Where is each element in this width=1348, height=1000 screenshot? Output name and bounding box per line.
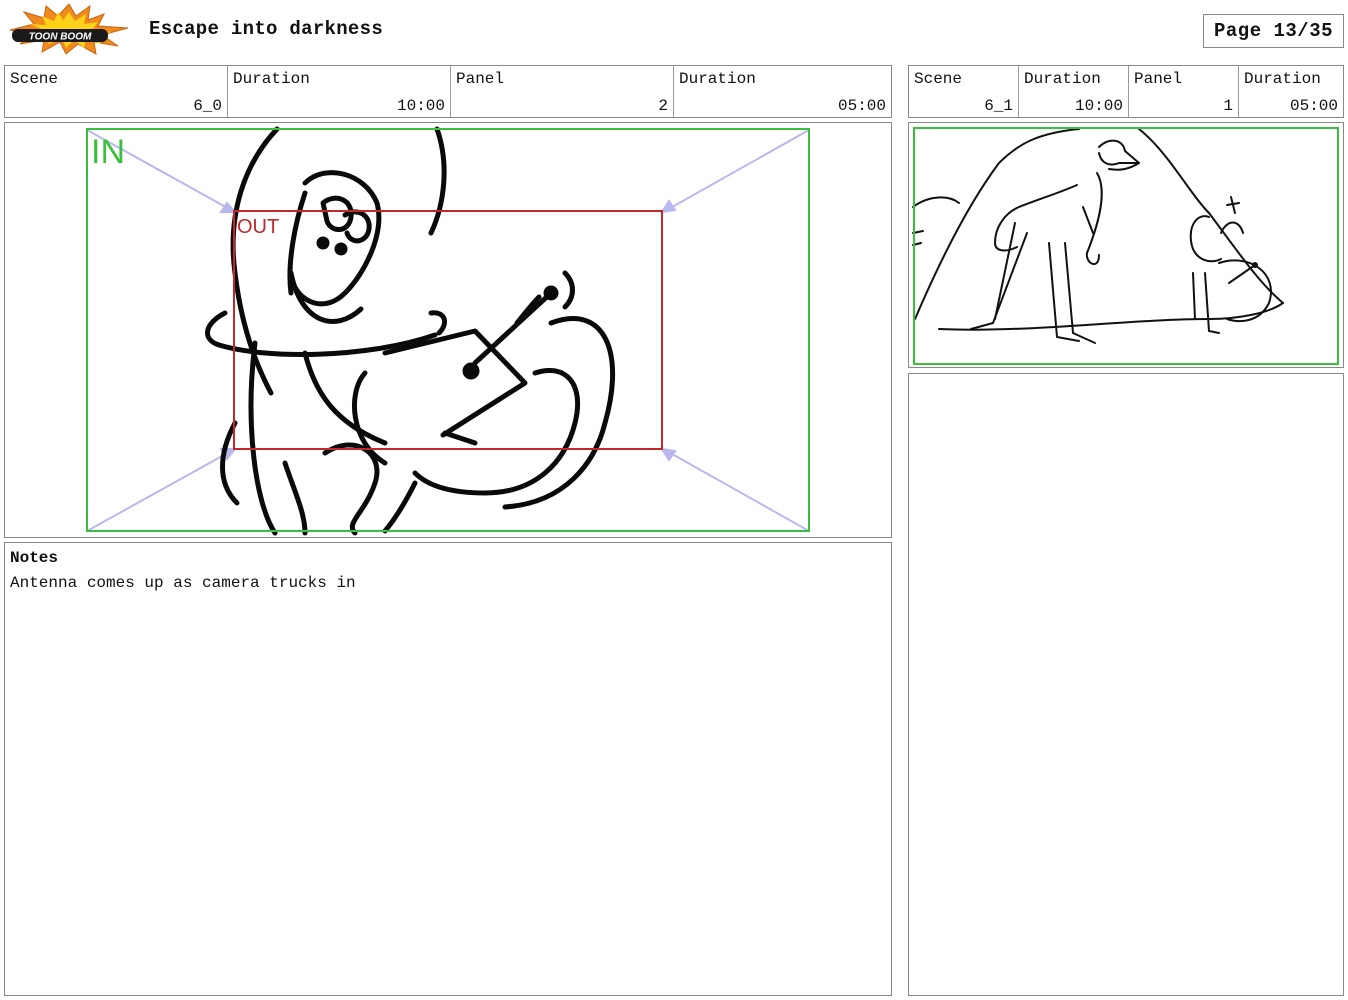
in-frame-label: IN bbox=[91, 133, 125, 171]
panel-value: 1 bbox=[1223, 97, 1233, 115]
scene-label: Scene bbox=[914, 70, 963, 88]
toon-boom-logo: TOON BOOM bbox=[6, 2, 132, 56]
scene-value: 6_1 bbox=[984, 97, 1013, 115]
scene-sketch bbox=[912, 128, 1284, 344]
character-sketch bbox=[205, 126, 615, 536]
logo-text: TOON BOOM bbox=[29, 32, 92, 43]
scene-duration-label: Duration bbox=[1024, 70, 1101, 88]
panel-duration-value: 05:00 bbox=[1289, 97, 1338, 115]
panel-label: Panel bbox=[456, 70, 505, 88]
scene-value: 6_0 bbox=[193, 97, 222, 115]
panel-duration-cell: Duration 05:00 bbox=[674, 66, 891, 117]
right-empty-panel bbox=[908, 373, 1344, 996]
scene-duration-value: 10:00 bbox=[396, 97, 445, 115]
panel-duration-cell: Duration 05:00 bbox=[1239, 66, 1343, 117]
panel-cell: Panel 2 bbox=[451, 66, 674, 117]
storyboard-drawing bbox=[912, 127, 1339, 365]
panel-duration-label: Duration bbox=[679, 70, 756, 88]
right-panel-info-row: Scene 6_1 Duration 10:00 Panel 1 Duratio… bbox=[908, 65, 1344, 118]
scene-duration-cell: Duration 10:00 bbox=[1019, 66, 1129, 117]
page-indicator: Page 13/35 bbox=[1203, 14, 1344, 48]
notes-panel: Notes Antenna comes up as camera trucks … bbox=[4, 542, 892, 996]
document-title: Escape into darkness bbox=[149, 18, 384, 40]
left-storyboard-frame: OUT IN bbox=[4, 122, 892, 538]
panel-cell: Panel 1 bbox=[1129, 66, 1239, 117]
panel-value: 2 bbox=[658, 97, 668, 115]
notes-heading: Notes bbox=[10, 549, 59, 567]
scene-duration-label: Duration bbox=[233, 70, 310, 88]
panel-duration-label: Duration bbox=[1244, 70, 1321, 88]
scene-cell: Scene 6_0 bbox=[5, 66, 228, 117]
panel-duration-value: 05:00 bbox=[837, 97, 886, 115]
right-storyboard-frame bbox=[908, 122, 1344, 368]
scene-duration-cell: Duration 10:00 bbox=[228, 66, 451, 117]
scene-label: Scene bbox=[10, 70, 59, 88]
scene-duration-value: 10:00 bbox=[1074, 97, 1123, 115]
camera-trajectory-arrows bbox=[86, 129, 810, 532]
out-frame-label: OUT bbox=[237, 216, 279, 238]
scene-cell: Scene 6_1 bbox=[909, 66, 1019, 117]
panel-label: Panel bbox=[1134, 70, 1183, 88]
storyboard-drawing: OUT IN bbox=[86, 126, 810, 536]
notes-text: Antenna comes up as camera trucks in bbox=[10, 574, 356, 592]
left-panel-info-row: Scene 6_0 Duration 10:00 Panel 2 Duratio… bbox=[4, 65, 892, 118]
